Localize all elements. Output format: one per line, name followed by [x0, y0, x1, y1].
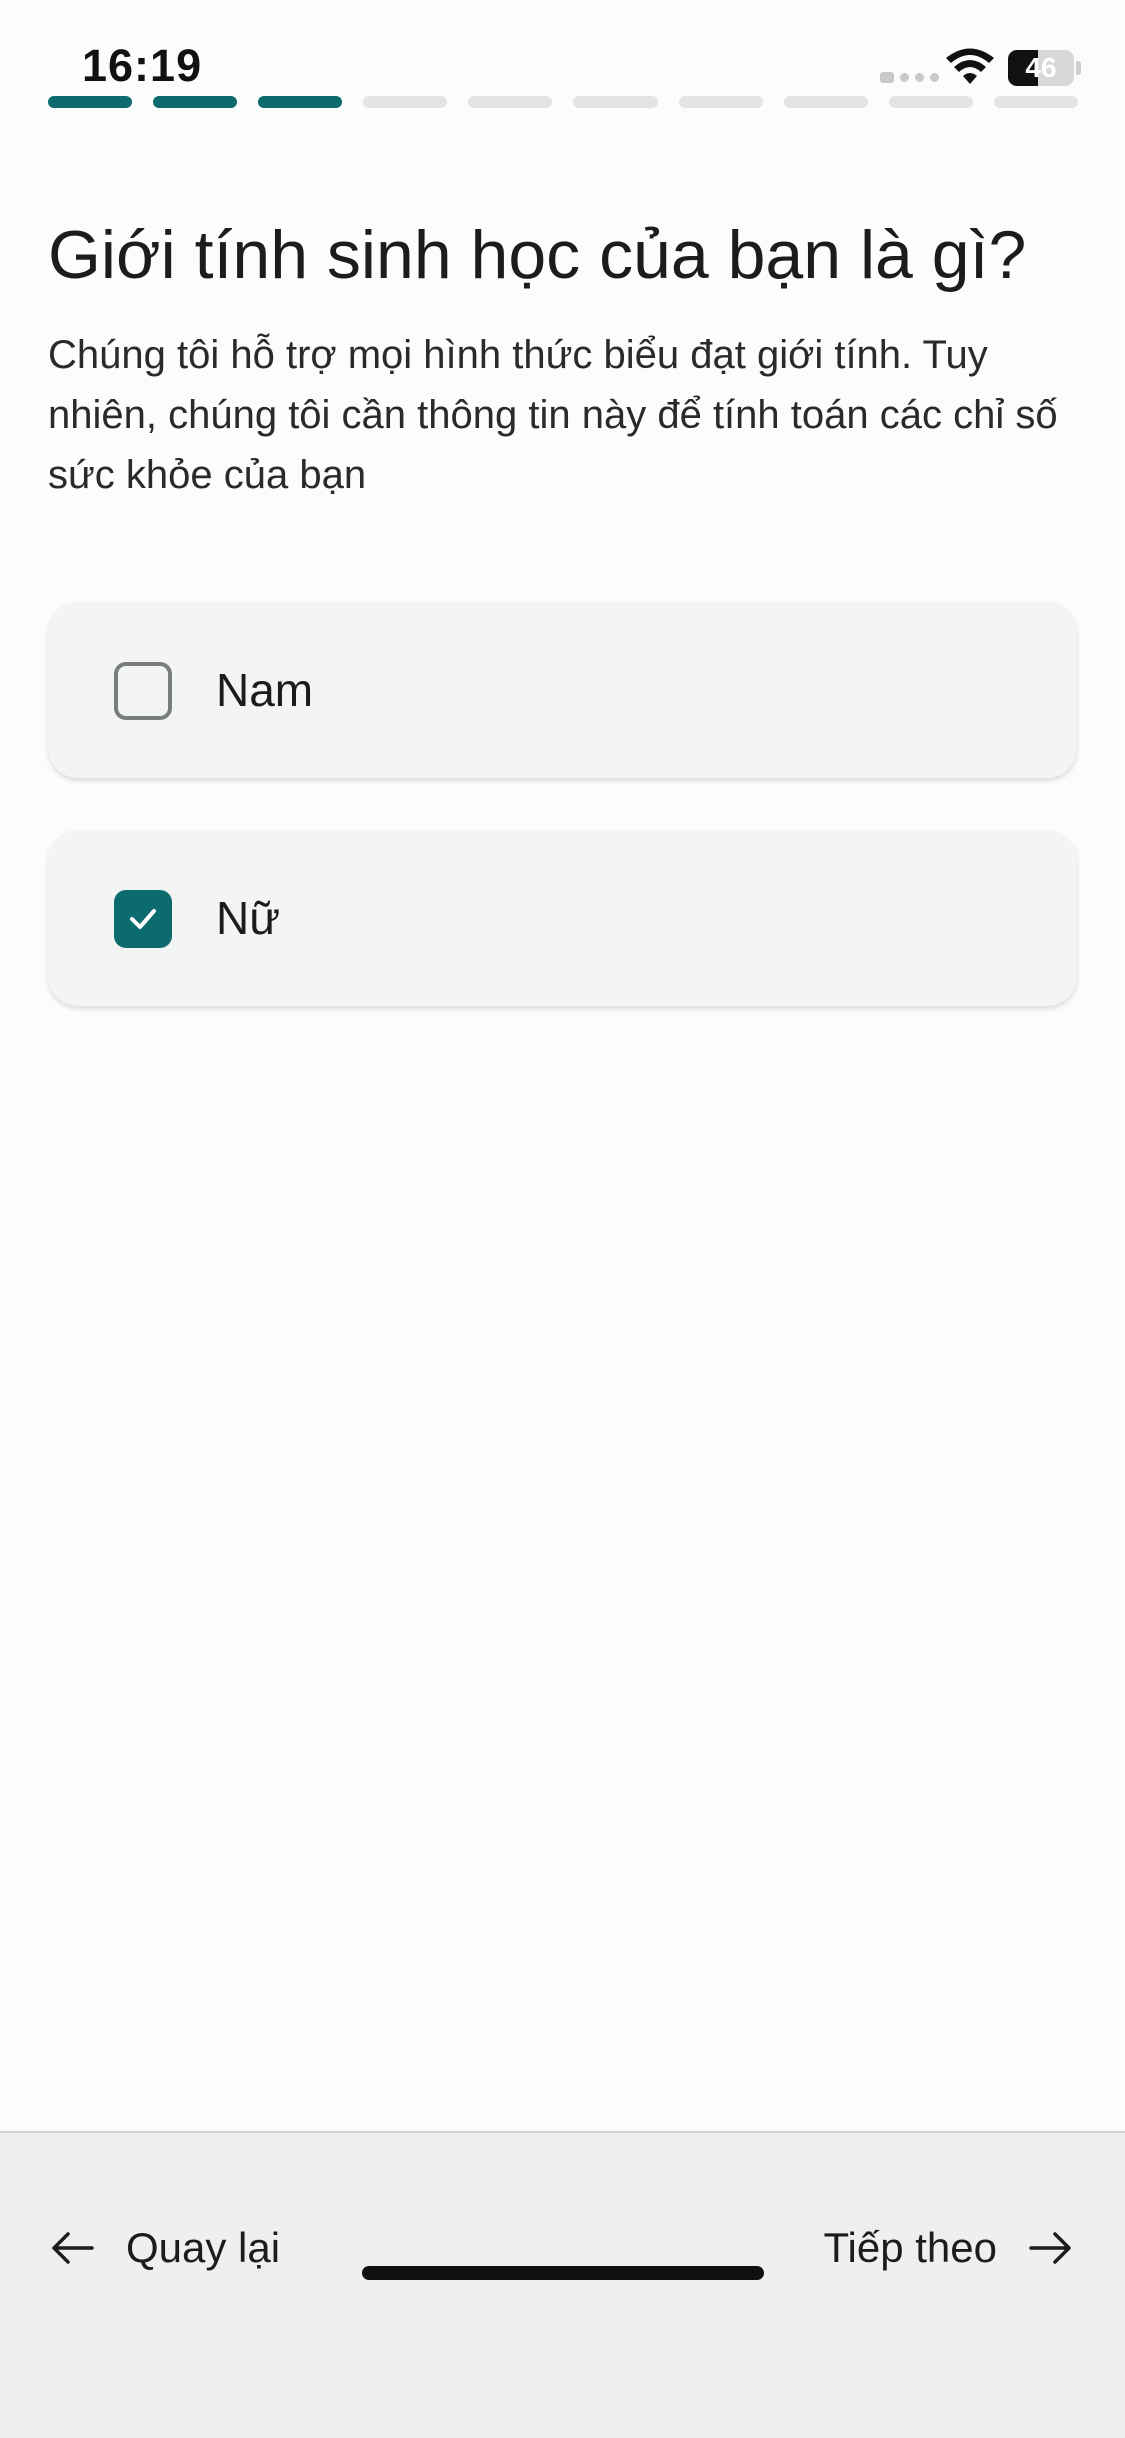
checkbox-female[interactable] [114, 890, 172, 948]
option-male[interactable]: Nam [48, 602, 1077, 778]
cellular-signal-icon [880, 72, 939, 83]
battery-level: 46 [1025, 52, 1057, 83]
battery-cap [1076, 61, 1081, 75]
home-indicator [362, 2266, 764, 2280]
back-button-label: Quay lại [126, 2224, 281, 2271]
progress-segment [783, 96, 868, 108]
option-label-male: Nam [216, 664, 314, 716]
progress-segment [993, 96, 1078, 108]
progress-segment [468, 96, 553, 108]
back-button[interactable]: Quay lại [50, 2203, 280, 2293]
option-label-female: Nữ [216, 892, 281, 944]
progress-segment [153, 96, 238, 108]
progress-segment [363, 96, 448, 108]
arrow-right-icon [1029, 2232, 1071, 2264]
status-bar: 16:19 46 [0, 0, 1125, 110]
wifi-icon [946, 48, 994, 84]
arrow-left-icon [52, 2232, 94, 2264]
checkmark-icon [130, 909, 156, 929]
page-subtitle: Chúng tôi hỗ trợ mọi hình thức biểu đạt … [48, 333, 1058, 497]
onboarding-progress-bar [48, 96, 1078, 108]
checkbox-male[interactable] [114, 662, 172, 720]
progress-segment [258, 96, 343, 108]
bottom-navigation-bar: Quay lại Tiếp theo [0, 2131, 1125, 2438]
progress-segment [573, 96, 658, 108]
next-button-label: Tiếp theo [823, 2224, 997, 2271]
page-title: Giới tính sinh học của bạn là gì? [48, 217, 1027, 293]
battery-icon: 46 [1008, 50, 1074, 86]
next-button[interactable]: Tiếp theo [823, 2203, 1073, 2293]
option-female[interactable]: Nữ [48, 830, 1077, 1006]
status-time: 16:19 [82, 40, 203, 91]
progress-segment [678, 96, 763, 108]
progress-segment [888, 96, 973, 108]
progress-segment [48, 96, 133, 108]
